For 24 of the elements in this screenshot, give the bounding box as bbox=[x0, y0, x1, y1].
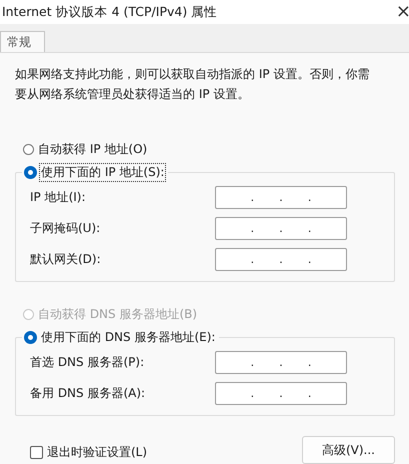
field-label: 默认网关(D): bbox=[30, 251, 101, 268]
close-button[interactable]: × bbox=[396, 3, 409, 21]
field-label: 备用 DNS 服务器(A): bbox=[30, 385, 146, 402]
ip-address-field[interactable]: . . . bbox=[215, 248, 347, 271]
radio-button[interactable] bbox=[23, 144, 34, 154]
field-label: 首选 DNS 服务器(P): bbox=[30, 354, 144, 371]
radio-label: 自动获得 DNS 服务器地址(B) bbox=[37, 306, 198, 322]
description-text: 如果网络支持此功能，则可以获取自动指派的 IP 设置。否则，你需要从网络系统管理员处获得适当的 IP 设置。 bbox=[15, 66, 370, 103]
radio-label: 自动获得 IP 地址(O) bbox=[37, 140, 148, 158]
window-title: Internet 协议版本 4 (TCP/IPv4) 属性 bbox=[2, 4, 218, 20]
tab[interactable]: 常规 bbox=[0, 31, 45, 52]
field-label: 子网掩码(U): bbox=[30, 220, 100, 237]
ip-address-field[interactable]: . . . bbox=[215, 382, 347, 405]
radio-button[interactable] bbox=[24, 330, 37, 344]
advanced-button[interactable]: 高级(V)... bbox=[302, 436, 395, 464]
ip-address-field[interactable]: . . . bbox=[215, 217, 347, 240]
radio-button[interactable] bbox=[24, 166, 37, 178]
radio-label: 使用下面的 IP 地址(S): bbox=[39, 162, 166, 182]
checkbox[interactable] bbox=[30, 446, 43, 459]
field-label: IP 地址(I): bbox=[30, 189, 86, 206]
checkbox-label: 退出时验证设置(L) bbox=[47, 444, 148, 461]
ip-address-field[interactable]: . . . bbox=[215, 186, 347, 209]
ip-address-field[interactable]: . . . bbox=[215, 351, 347, 374]
radio-label: 使用下面的 DNS 服务器地址(E): bbox=[40, 328, 216, 346]
